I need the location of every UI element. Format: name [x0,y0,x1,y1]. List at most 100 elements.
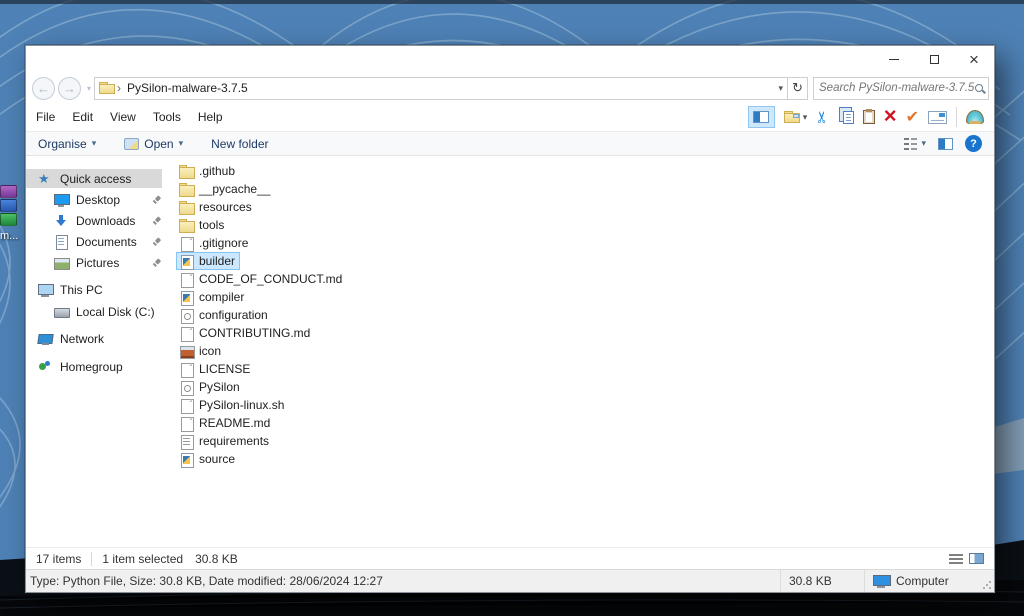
homegroup-icon [38,360,53,374]
chevron-down-icon[interactable]: ▾ [803,112,808,123]
picture-icon [54,256,69,270]
star-icon [38,172,53,186]
new-folder-button[interactable]: New folder [211,137,268,151]
desktop-shortcut-label: m... [0,230,20,242]
pin-icon [152,195,162,205]
file-row[interactable]: configuration [176,306,273,324]
sidebar-item-desktop[interactable]: Desktop [26,190,162,209]
sidebar-item-downloads[interactable]: Downloads [26,211,162,230]
new-folder-tool-button[interactable]: ▾ [784,111,808,123]
forward-button[interactable]: → [58,77,81,100]
file-row[interactable]: PySilon [176,378,245,396]
search-icon[interactable] [975,84,983,92]
desktop-shortcut-icon[interactable]: m... [0,185,20,242]
file-name: .gitignore [199,236,248,250]
resize-grip[interactable] [982,580,992,590]
menu-help[interactable]: Help [198,110,223,124]
details-view-icon [904,138,917,150]
close-button[interactable] [954,47,994,72]
search-input[interactable] [819,82,975,94]
sidebar-item-quick-access[interactable]: Quick access [26,169,162,188]
sidebar-item-homegroup[interactable]: Homegroup [26,357,162,376]
file-row[interactable]: source [176,450,240,468]
file-row[interactable]: PySilon-linux.sh [176,396,289,414]
cut-icon[interactable] [816,107,829,127]
file-name: builder [199,254,235,268]
copy-icon[interactable] [843,111,854,124]
location-text: Computer [896,574,949,588]
back-button[interactable]: ← [32,77,55,100]
minimize-button[interactable] [874,47,914,72]
sidebar-item-documents[interactable]: Documents [26,232,162,251]
file-name: README.md [199,416,270,430]
refresh-button[interactable] [788,77,808,100]
file-row-selected[interactable]: builder [176,252,240,270]
file-name: configuration [199,308,268,322]
file-row[interactable]: .github [176,162,240,180]
menu-edit[interactable]: Edit [72,110,93,124]
help-icon[interactable]: ? [965,135,982,152]
view-toggles [949,553,984,564]
navigation-pane: Quick access Desktop Downloads Documents [26,157,166,547]
delete-icon[interactable] [884,109,897,126]
list-view-icon[interactable] [949,554,963,564]
network-icon [38,332,53,346]
toolbar-divider [956,107,957,127]
search-box[interactable] [813,77,989,100]
file-name: tools [199,218,224,232]
title-bar[interactable] [26,46,994,73]
sidebar-item-label: Network [60,332,104,346]
explorer-window: ← → ▾ › PySilon-malware-3.7.5 ▾ File Edi… [25,45,995,593]
sidebar-item-label: Documents [76,235,137,249]
stacked-books-icon [0,213,17,226]
config-file-icon [179,380,194,395]
sidebar-item-network[interactable]: Network [26,329,162,348]
file-row[interactable]: compiler [176,288,249,306]
recent-locations-chevron-icon[interactable]: ▾ [87,84,91,93]
file-row[interactable]: LICENSE [176,360,255,378]
file-row[interactable]: CODE_OF_CONDUCT.md [176,270,347,288]
thumbnail-view-icon[interactable] [969,553,984,564]
file-name: CONTRIBUTING.md [199,326,310,340]
open-button[interactable]: Open ▾ [124,137,183,151]
view-options-button[interactable]: ▾ [904,138,926,150]
pin-icon [152,237,162,247]
size-section: 30.8 KB [781,570,865,592]
sidebar-item-label: Pictures [76,256,119,270]
file-name: requirements [199,434,269,448]
image-file-icon [179,344,194,359]
organise-button[interactable]: Organise ▾ [38,137,96,151]
file-row[interactable]: CONTRIBUTING.md [176,324,315,342]
minimize-icon [889,59,899,60]
sidebar-item-pictures[interactable]: Pictures [26,253,162,272]
preview-pane-toggle-button[interactable] [748,106,775,128]
menu-file[interactable]: File [36,110,55,124]
file-row[interactable]: tools [176,216,229,234]
file-row[interactable]: resources [176,198,257,216]
file-row[interactable]: __pycache__ [176,180,275,198]
confirm-icon[interactable] [906,107,919,127]
file-row[interactable]: requirements [176,432,274,450]
file-row[interactable]: .gitignore [176,234,253,252]
address-dropdown-chevron-icon[interactable]: ▾ [778,83,783,94]
paste-icon[interactable] [863,110,875,124]
address-bar[interactable]: › PySilon-malware-3.7.5 ▾ [94,77,788,100]
sidebar-item-label: Quick access [60,172,131,186]
status-divider [91,552,92,566]
maximize-button[interactable] [914,47,954,72]
menu-view[interactable]: View [110,110,136,124]
breadcrumb[interactable]: PySilon-malware-3.7.5 [127,81,248,95]
file-name: PySilon-linux.sh [199,398,284,412]
shell-app-icon[interactable] [966,110,984,124]
folder-icon [99,82,115,94]
new-folder-label: New folder [211,137,268,151]
menu-tools[interactable]: Tools [153,110,181,124]
pin-icon [152,258,162,268]
sidebar-item-local-disk[interactable]: Local Disk (C:) [26,302,162,321]
preview-pane-icon[interactable] [938,138,953,150]
file-row[interactable]: icon [176,342,226,360]
folder-icon [179,182,194,197]
rename-icon[interactable] [928,111,947,124]
sidebar-item-this-pc[interactable]: This PC [26,280,162,299]
file-row[interactable]: README.md [176,414,275,432]
